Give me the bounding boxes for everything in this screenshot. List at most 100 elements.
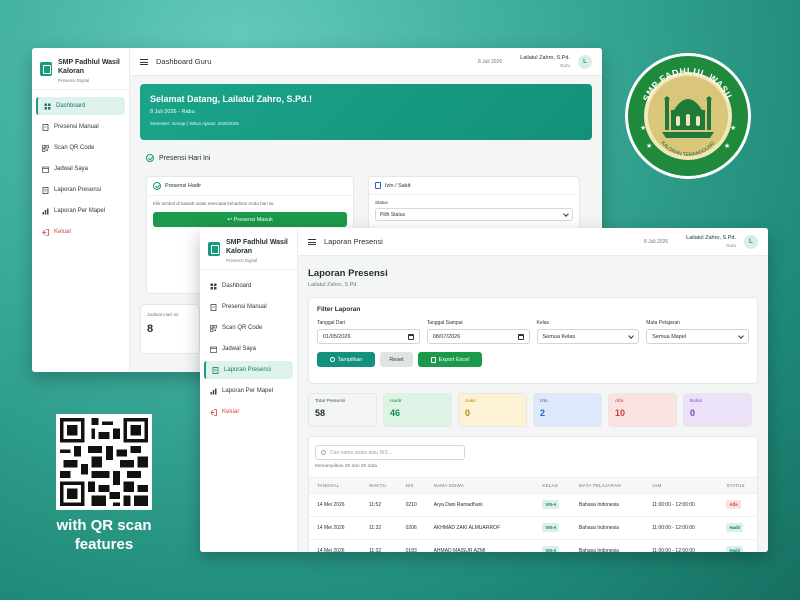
reset-button[interactable]: Reset bbox=[380, 352, 413, 367]
filter-label: Kelas bbox=[536, 320, 550, 326]
table-cell: 14 Mei 2026 bbox=[309, 539, 361, 552]
avatar[interactable]: L bbox=[744, 234, 758, 249]
brand: SMP Fadhlul Wasil Kaloran Presensi Digit… bbox=[32, 48, 129, 90]
table-row: 14 Mei 2026 11:32 0183 AHMAD MAISUR AZMI VII… bbox=[309, 539, 757, 552]
filter-field: Kelas Semua Kelas bbox=[536, 320, 640, 344]
tampilkan-button[interactable]: Tampilkan bbox=[317, 352, 375, 367]
sidebar-nav: Dashboard Presensi Manual Scan QR Code Jadw… bbox=[200, 270, 297, 421]
filter-label: Tanggal Sampai bbox=[426, 320, 463, 326]
sidebar-item-label: Presensi Manual bbox=[54, 124, 99, 130]
logout-icon bbox=[42, 228, 49, 236]
clipboard-icon bbox=[208, 242, 220, 256]
table-row: 14 Mei 2026 11:52 0210 Arya Dani Ramadhani V… bbox=[309, 493, 757, 517]
sidebar-item-scan-qr-code[interactable]: Scan QR Code bbox=[204, 319, 293, 337]
status-select[interactable]: Pilih Status bbox=[375, 208, 573, 221]
sidebar-item-dashboard[interactable]: Dashboard bbox=[36, 97, 125, 115]
table-cell: 11:00:00 - 12:00:00 bbox=[643, 493, 719, 517]
export-label: Export Excel bbox=[438, 356, 470, 363]
sidebar-item-presensi-manual[interactable]: Presensi Manual bbox=[204, 298, 293, 316]
table-cell: AKHMAD ZAKI ALMUARROF bbox=[425, 516, 535, 540]
cell-text: Bahasa Indonesia bbox=[578, 548, 619, 552]
user-info: Lailatul Zahro, S.Pd. Guru bbox=[686, 235, 736, 249]
logout-icon bbox=[210, 408, 217, 416]
topbar: Laporan Presensi 8 Juli 2026 Lailatul Za… bbox=[298, 228, 768, 256]
sidebar-item-scan-qr-code[interactable]: Scan QR Code bbox=[36, 139, 125, 157]
sidebar-item-laporan-per-mapel[interactable]: Laporan Per Mapel bbox=[36, 202, 125, 220]
showing-count: Menampilkan 20 dari 20 data bbox=[315, 464, 377, 469]
cell-text: 0210 bbox=[405, 502, 417, 508]
table-cell: 0183 bbox=[397, 539, 426, 552]
card-title: Izin / Sakit bbox=[385, 182, 411, 189]
table-row: 14 Mei 2026 11:32 0206 AKHMAD ZAKI ALMUARRO… bbox=[309, 516, 757, 540]
stat-label: Hadir bbox=[390, 399, 402, 404]
table-cell: Bahasa Indonesia bbox=[570, 516, 644, 540]
sidebar-item-laporan-presensi[interactable]: Laporan Presensi bbox=[204, 361, 293, 379]
select-dropdown[interactable]: Semua Mapel bbox=[646, 329, 749, 344]
laporan-window: SMP Fadhlul Wasil Kaloran Presensi Digit… bbox=[200, 228, 768, 552]
filter-field: Tanggal Sampai 08/07/2026 bbox=[426, 320, 530, 344]
sidebar-item-laporan-per-mapel[interactable]: Laporan Per Mapel bbox=[204, 382, 293, 400]
stat-card: Total Presensi 58 bbox=[308, 393, 377, 427]
chevron-down-icon bbox=[628, 332, 635, 339]
table-cell: Alfa bbox=[718, 493, 757, 517]
date-input[interactable]: 01/05/2026 bbox=[317, 329, 420, 344]
sidebar-item-presensi-manual[interactable]: Presensi Manual bbox=[36, 118, 125, 136]
cell-text: 11:00:00 - 12:00:00 bbox=[651, 502, 695, 508]
sidebar-item-jadwal-saya[interactable]: Jadwal Saya bbox=[36, 160, 125, 178]
date-input[interactable]: 08/07/2026 bbox=[426, 329, 530, 344]
table-cell: 11:00:00 - 12:00:00 bbox=[643, 516, 719, 540]
sidebar-item-keluar[interactable]: Keluar bbox=[36, 223, 125, 241]
user-role: Guru bbox=[559, 62, 570, 68]
stat-label: Bolos bbox=[690, 399, 702, 404]
main-content: Laporan Presensi 8 Juli 2026 Lailatul Za… bbox=[298, 228, 768, 552]
filter-field: Tanggal Dari 01/05/2026 bbox=[317, 320, 420, 344]
jadwal-value: 8 bbox=[147, 323, 154, 335]
table-cell: VIII-A bbox=[534, 516, 571, 540]
topbar-date: 8 Juli 2026 bbox=[643, 238, 669, 245]
stat-card: Bolos 0 bbox=[683, 393, 752, 427]
kelas-badge: VIII-A bbox=[542, 500, 560, 509]
welcome-semester: Semester: Genap | Tahun Ajaran: 2025/202… bbox=[150, 121, 239, 126]
cell-text: 11:00:00 - 12:00:00 bbox=[651, 525, 695, 531]
table-cell: Bahasa Indonesia bbox=[570, 493, 644, 517]
sidebar-item-label: Keluar bbox=[54, 229, 72, 235]
card-header: Presensi Hadir bbox=[147, 177, 353, 196]
table-cell: Arya Dani Ramadhani bbox=[425, 493, 535, 517]
sidebar-item-laporan-presensi[interactable]: Laporan Presensi bbox=[36, 181, 125, 199]
check-circle-icon bbox=[153, 182, 161, 190]
search-input[interactable]: Cari nama siswa atau NIS... bbox=[315, 445, 465, 460]
clipboard-icon bbox=[210, 303, 217, 311]
topbar-title: Dashboard Guru bbox=[156, 57, 212, 66]
cell-text: 11:52 bbox=[368, 502, 382, 508]
report-icon bbox=[42, 186, 49, 194]
user-role: Guru bbox=[725, 242, 736, 248]
menu-icon[interactable] bbox=[308, 238, 316, 245]
avatar[interactable]: L bbox=[578, 54, 592, 69]
caption-line-2: features bbox=[74, 536, 134, 553]
sidebar-item-label: Laporan Per Mapel bbox=[54, 208, 106, 214]
column-header: JAM bbox=[643, 477, 719, 494]
user-name: Lailatul Zahro, S.Pd. bbox=[686, 234, 736, 241]
check-circle-icon bbox=[146, 154, 154, 162]
presensi-table: TANGGAL WAKTU NIS NAMA SISWA KELAS MATA PELAJ… bbox=[309, 477, 757, 552]
presensi-masuk-button[interactable]: ↩ Presensi Masuk bbox=[153, 212, 347, 227]
sidebar-item-label: Dashboard bbox=[222, 283, 252, 289]
cell-text: AKHMAD ZAKI ALMUARROF bbox=[433, 525, 500, 531]
sidebar-item-jadwal-saya[interactable]: Jadwal Saya bbox=[204, 340, 293, 358]
select-dropdown[interactable]: Semua Kelas bbox=[536, 329, 640, 344]
export-excel-button[interactable]: Export Excel bbox=[418, 352, 482, 367]
filter-fields: Tanggal Dari 01/05/2026 Tanggal Sampai 08/0… bbox=[317, 320, 749, 344]
menu-icon[interactable] bbox=[140, 58, 148, 65]
sidebar-item-label: Laporan Presensi bbox=[224, 367, 272, 373]
cell-text: 0183 bbox=[405, 548, 417, 552]
status-badge: Hadir bbox=[726, 546, 744, 552]
login-icon: ↩ bbox=[227, 217, 233, 223]
stat-value: 46 bbox=[390, 408, 401, 418]
table-cell: 0210 bbox=[397, 493, 426, 517]
sidebar-item-keluar[interactable]: Keluar bbox=[204, 403, 293, 421]
dashboard-icon bbox=[210, 283, 217, 290]
sidebar-item-dashboard[interactable]: Dashboard bbox=[204, 277, 293, 295]
cell-text: Arya Dani Ramadhani bbox=[433, 502, 483, 508]
chevron-down-icon bbox=[563, 210, 569, 217]
topbar-title: Laporan Presensi bbox=[324, 237, 383, 246]
